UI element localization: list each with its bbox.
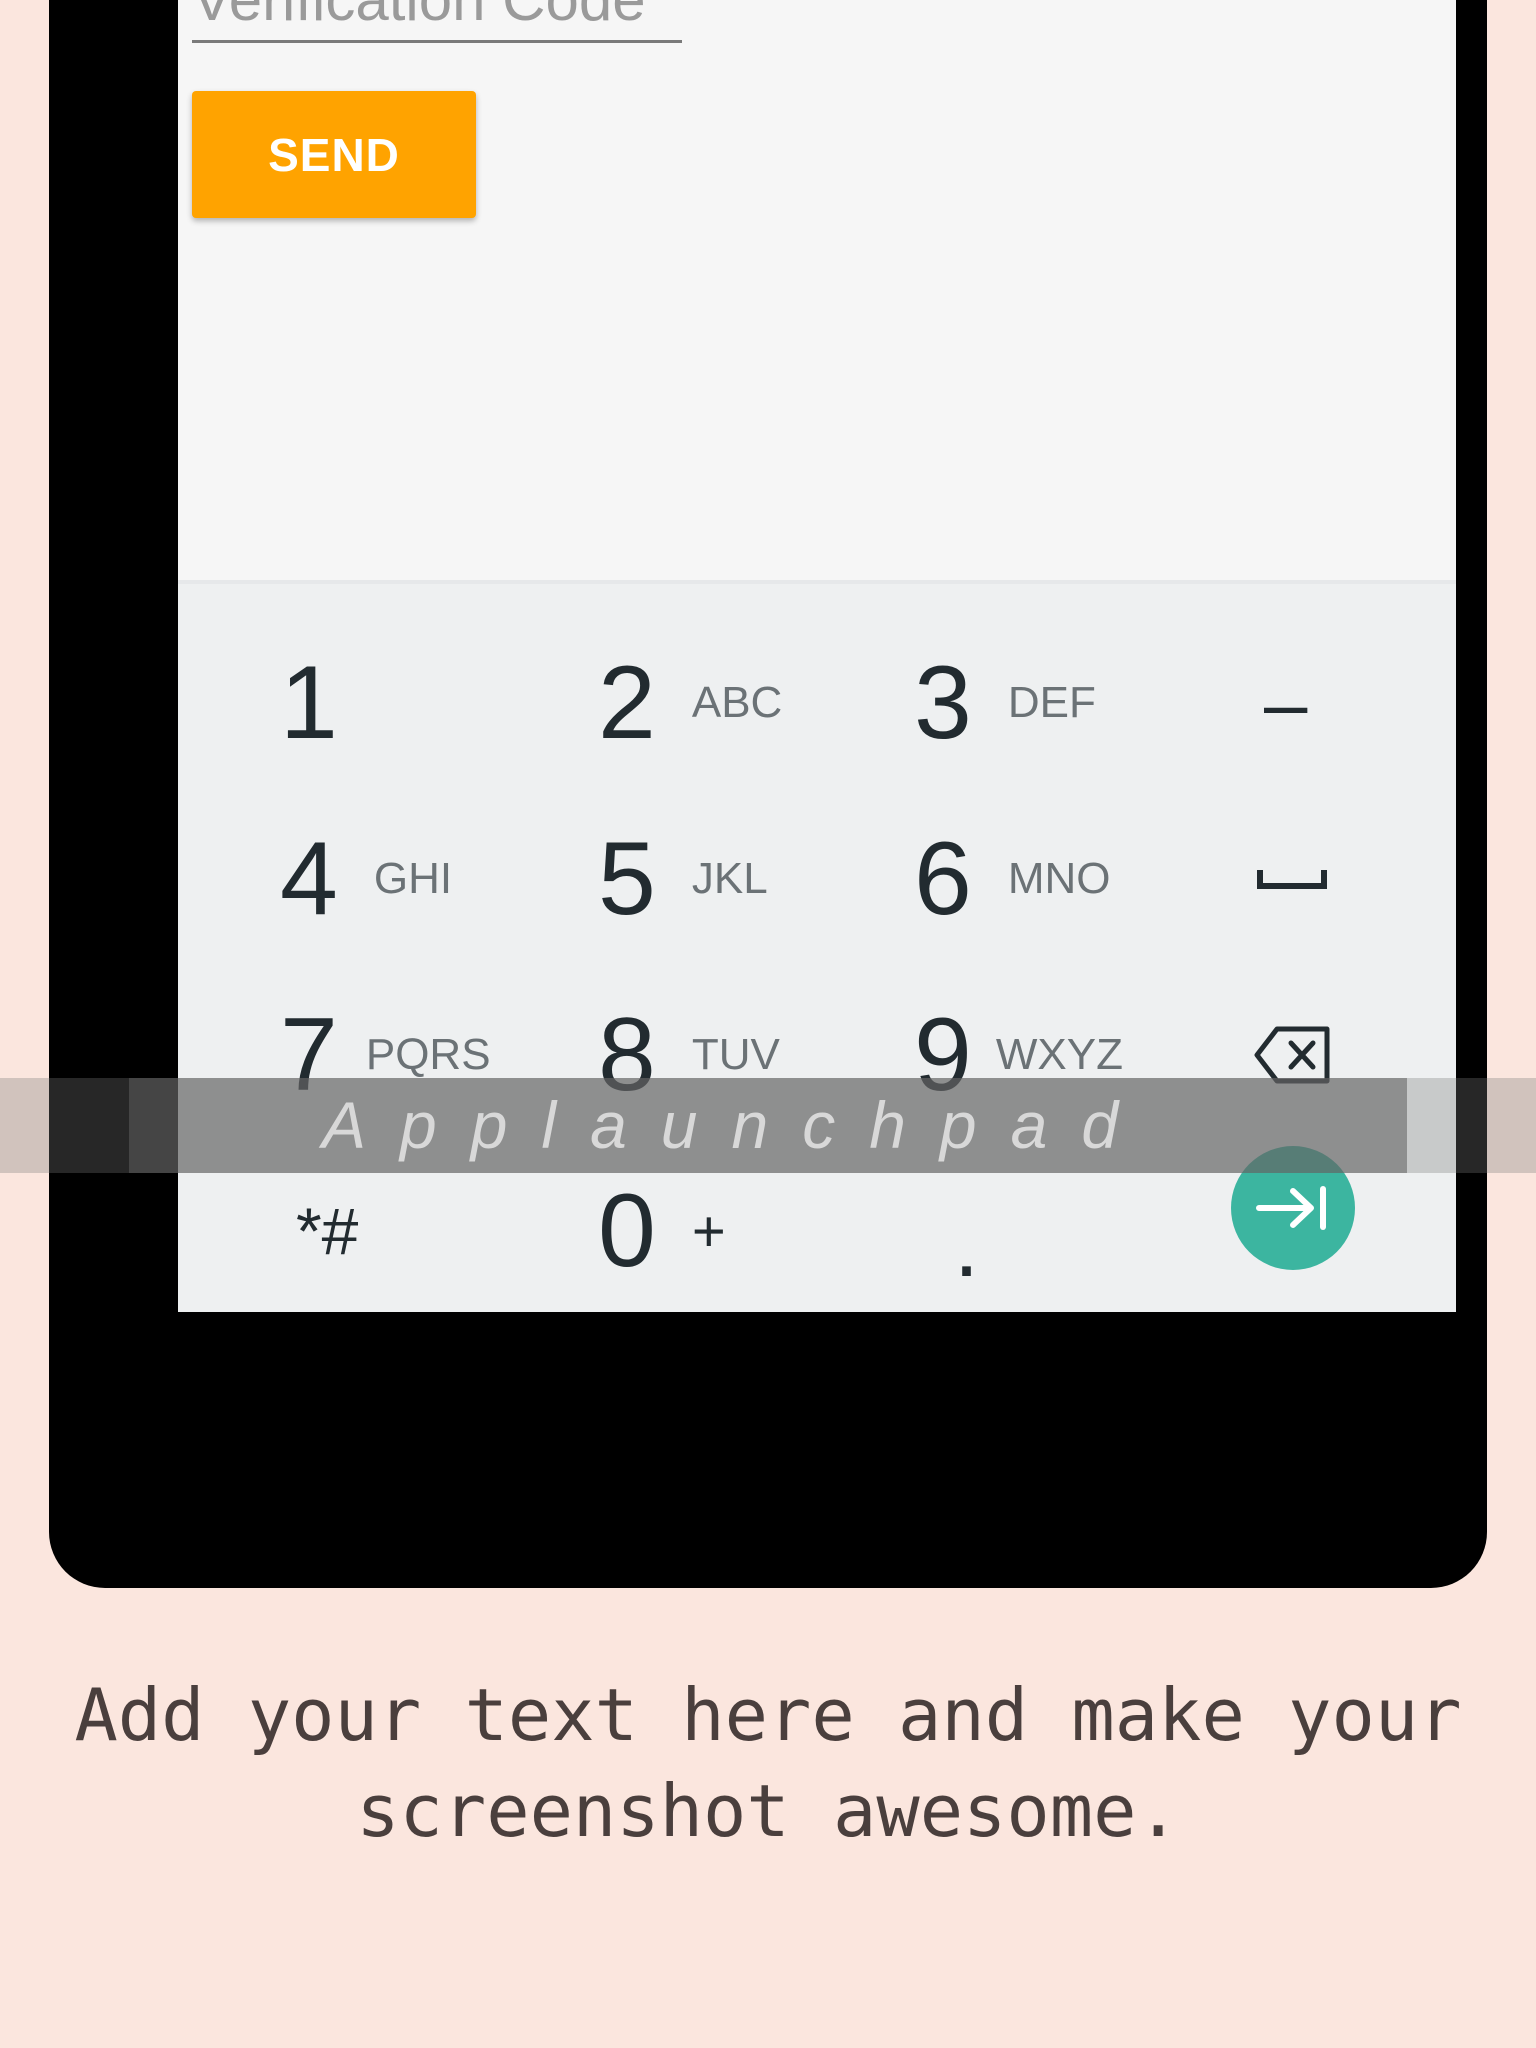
key-3[interactable]: 3 DEF bbox=[914, 628, 1096, 778]
key-digit: 1 bbox=[280, 645, 338, 761]
key-2[interactable]: 2 ABC bbox=[598, 628, 782, 778]
key-digit: 0 bbox=[598, 1173, 656, 1289]
key-0[interactable]: 0 + bbox=[598, 1156, 726, 1306]
key-digit: 2 bbox=[598, 645, 656, 761]
space-icon bbox=[1257, 870, 1327, 889]
numeric-keypad: 1 2 ABC 3 DEF – 4 GHI 5 JKL 6 MNO 7 PQRS… bbox=[178, 580, 1456, 1312]
key-digit: 3 bbox=[914, 645, 972, 761]
key-letters: JKL bbox=[691, 854, 768, 903]
key-digit: *# bbox=[296, 1194, 359, 1268]
minus-key[interactable]: – bbox=[1264, 628, 1307, 778]
dot-key[interactable]: . bbox=[954, 1156, 979, 1306]
key-letters: MNO bbox=[1007, 854, 1111, 903]
key-letters: WXYZ bbox=[995, 1030, 1123, 1079]
key-digit: . bbox=[954, 1196, 980, 1296]
phone-frame: SEND 1 2 ABC 3 DEF – 4 GHI 5 bbox=[49, 0, 1487, 1588]
key-digit: 4 bbox=[280, 821, 338, 937]
watermark-text: Applaunchpad bbox=[322, 1088, 1153, 1162]
send-button[interactable]: SEND bbox=[192, 91, 476, 218]
key-4[interactable]: 4 GHI bbox=[280, 804, 452, 954]
caption-text: Add your text here and make your screens… bbox=[74, 1673, 1462, 1853]
verification-code-field[interactable] bbox=[192, 0, 682, 43]
key-digit: 5 bbox=[598, 821, 656, 937]
tab-arrow-icon bbox=[1256, 1186, 1326, 1230]
key-1[interactable]: 1 bbox=[280, 628, 338, 778]
space-key[interactable] bbox=[1256, 804, 1328, 954]
key-letters: TUV bbox=[691, 1030, 780, 1079]
key-letters: DEF bbox=[1007, 678, 1096, 727]
key-letters: ABC bbox=[691, 678, 783, 727]
key-digit: 6 bbox=[914, 821, 972, 937]
minus-symbol: – bbox=[1264, 659, 1308, 747]
key-star-hash[interactable]: *# bbox=[296, 1156, 358, 1306]
verification-code-input[interactable] bbox=[192, 0, 682, 40]
key-5[interactable]: 5 JKL bbox=[598, 804, 768, 954]
key-letters: PQRS bbox=[365, 1030, 491, 1079]
key-letters: + bbox=[691, 1198, 726, 1264]
backspace-icon bbox=[1254, 1026, 1330, 1084]
key-6[interactable]: 6 MNO bbox=[914, 804, 1111, 954]
key-letters: GHI bbox=[373, 854, 453, 903]
